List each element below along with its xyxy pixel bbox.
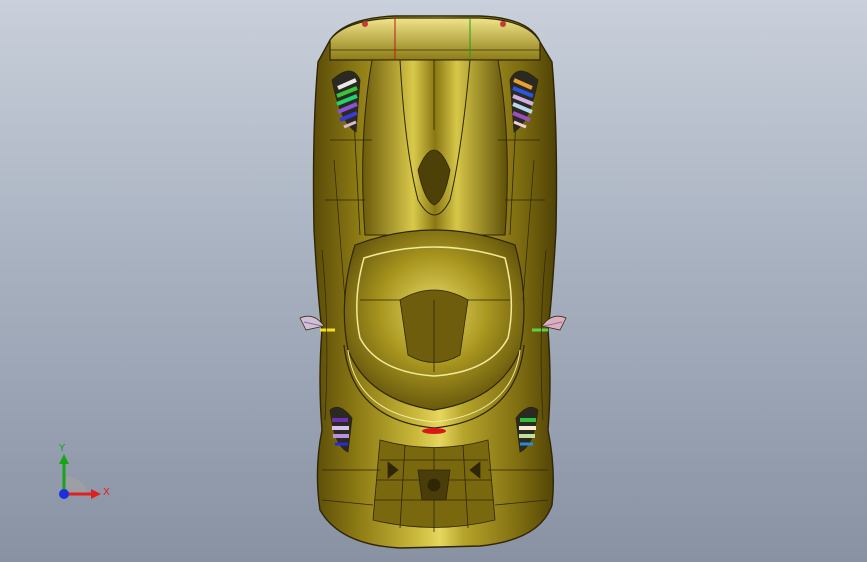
coordinate-triad: X Y: [48, 440, 118, 510]
y-axis-arrow: [59, 454, 69, 464]
front-wing: [329, 17, 541, 61]
x-axis-label: X: [103, 487, 110, 498]
x-axis-arrow: [91, 489, 101, 499]
graphics-viewport[interactable]: X Y: [0, 0, 867, 562]
y-axis-label: Y: [59, 443, 66, 454]
z-axis-dot: [59, 489, 69, 499]
hood: [362, 59, 508, 236]
car-model-top-view[interactable]: [0, 0, 867, 562]
